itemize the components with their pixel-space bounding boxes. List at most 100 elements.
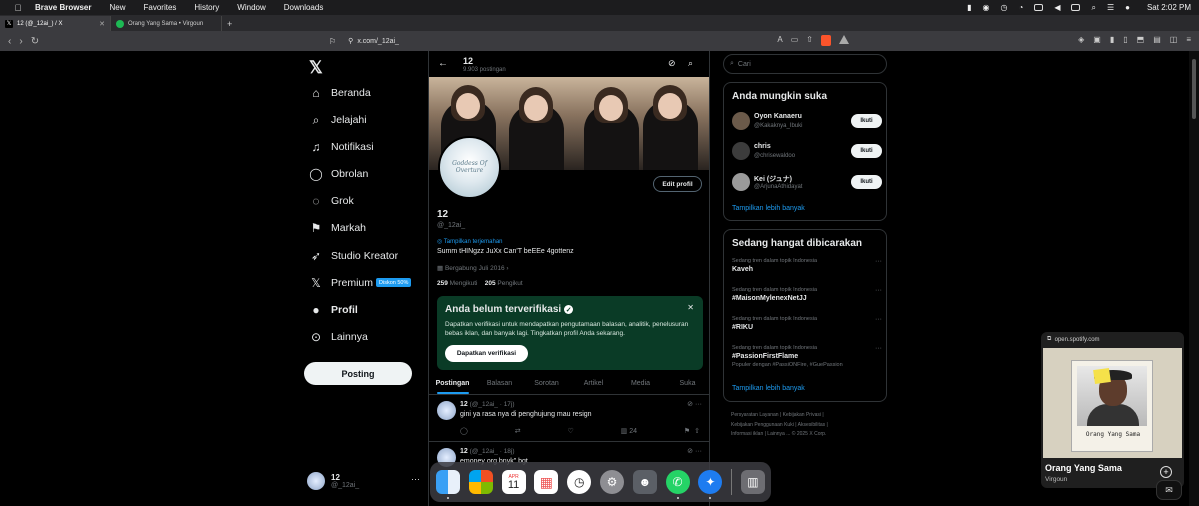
more-dots-icon[interactable]: ··· — [875, 316, 882, 323]
avatar[interactable] — [437, 401, 456, 420]
nav-explore[interactable]: ⌕ Jelajahi — [309, 110, 367, 130]
extension-icon[interactable]: ⬒ — [1137, 35, 1145, 44]
whatsapp-icon[interactable]: ✆ — [665, 470, 690, 499]
avatar[interactable] — [732, 173, 750, 191]
scrollbar-thumb[interactable] — [1192, 59, 1196, 119]
more-dots-icon[interactable]: ··· — [875, 287, 882, 294]
close-icon[interactable]: ✕ — [687, 303, 694, 312]
messages-drawer-icon[interactable]: ✉ — [1156, 480, 1182, 500]
following-link[interactable]: 259 Mengikuti — [437, 280, 478, 287]
followers-link[interactable]: 205 Pengikut — [485, 280, 523, 287]
apple-menu-icon[interactable]:  — [13, 3, 23, 13]
nav-messages[interactable]: ◯ Obrolan — [309, 164, 368, 184]
more-dots-icon[interactable]: ··· — [411, 474, 420, 484]
tab-media[interactable]: Media — [617, 373, 664, 394]
share-icon[interactable]: ⇧ — [694, 428, 700, 435]
wallet-icon[interactable]: ▤ — [1153, 35, 1161, 44]
bookmark-icon[interactable]: ⚑ — [684, 428, 690, 435]
tweet-menu[interactable]: ⊘ ··· — [687, 447, 702, 455]
translate-icon[interactable]: A — [777, 35, 782, 46]
system-settings-icon[interactable]: ⚙ — [599, 470, 624, 494]
footer-line[interactable]: Kebijakan Penggunaan Kuki | Aksesibilita… — [731, 421, 881, 431]
menu-favorites[interactable]: Favorites — [144, 3, 177, 12]
menu-window[interactable]: Window — [237, 3, 265, 12]
extension-icon[interactable]: ▣ — [1093, 35, 1101, 44]
show-translation-link[interactable]: ◎ Tampilkan terjemahan — [437, 238, 503, 245]
tab-articles[interactable]: Artikel — [570, 373, 617, 394]
windows-app-icon[interactable] — [468, 470, 493, 494]
tweet-menu[interactable]: ⊘ ··· — [687, 400, 702, 408]
account-switcher[interactable]: 12 @_12ai_ ··· — [307, 472, 420, 490]
nav-grok[interactable]: ◌ Grok — [309, 191, 353, 211]
footer-line[interactable]: Persyaratan Layanan | Kebijakan Privasi … — [731, 411, 881, 421]
sidebar-icon[interactable]: ◫ — [1170, 35, 1178, 44]
bookmark-icon[interactable]: ⚐ — [329, 37, 336, 46]
tab-replies[interactable]: Balasan — [476, 373, 523, 394]
menu-history[interactable]: History — [194, 3, 219, 12]
address-bar[interactable]: ⚐ ⚲ x.com/_12ai_ A ▭ ⇧ — [329, 33, 849, 49]
cast-icon[interactable]: ▭ — [791, 35, 799, 46]
menubar-clock[interactable]: Sat 2:02 PM — [1147, 3, 1191, 12]
edit-profile-button[interactable]: Edit profil — [653, 176, 702, 192]
get-verified-button[interactable]: Dapatkan verifikasi — [445, 345, 528, 362]
trend-item[interactable]: Sedang tren dalam topik Indonesia Kaveh … — [732, 258, 882, 273]
share-icon[interactable]: ⇧ — [806, 35, 813, 46]
grok-icon[interactable]: ⊘ — [668, 58, 676, 69]
profile-avatar[interactable]: Goddess Of Overture — [438, 136, 501, 199]
tweet[interactable]: 12 (@_12ai_ · 17j) gini ya rasa nya di p… — [429, 396, 709, 442]
grok-icon[interactable]: ⊘ — [687, 448, 693, 455]
extension-icon[interactable]: ◈ — [1078, 35, 1084, 44]
control-center-icon[interactable]: ☰ — [1107, 3, 1114, 12]
nav-notifications[interactable]: ♫ Notifikasi — [309, 137, 374, 157]
clock-icon[interactable]: ◷ — [567, 470, 592, 494]
grok-icon[interactable]: ⊘ — [687, 401, 693, 408]
safari-icon[interactable]: ✦ — [698, 470, 723, 499]
url-text[interactable]: x.com/_12ai_ — [357, 38, 399, 45]
follow-button[interactable]: Ikuti — [851, 144, 882, 158]
siri-icon[interactable]: ● — [1125, 3, 1130, 12]
discord-icon[interactable]: ☻ — [632, 470, 657, 494]
trend-item[interactable]: Sedang tren dalam topik Indonesia #Maiso… — [732, 287, 882, 302]
retweet-icon[interactable]: ⇄ — [515, 427, 521, 435]
site-info-icon[interactable]: ⚲ — [348, 37, 353, 45]
nav-creator-studio[interactable]: ➶ Studio Kreator — [309, 246, 398, 266]
suggestion-item[interactable]: Kei (ジュナ) @ArjunaAthidayat Ikuti — [732, 173, 882, 193]
search-icon[interactable]: ⌕ — [1091, 3, 1095, 13]
brave-rewards-icon[interactable] — [839, 35, 849, 44]
wifi-icon[interactable]: ◔ — [1018, 3, 1023, 12]
back-icon[interactable]: ‹ — [8, 36, 11, 47]
time-machine-icon[interactable]: ◷ — [1000, 3, 1007, 12]
launchpad-icon[interactable]: ▦ — [534, 470, 559, 494]
volume-icon[interactable]: ◀ — [1054, 3, 1060, 12]
tab-highlights[interactable]: Sorotan — [523, 373, 570, 394]
trash-icon[interactable]: ▥ — [740, 470, 765, 494]
new-tab-button[interactable]: + — [222, 16, 246, 31]
nav-bookmarks[interactable]: ⚑ Markah — [309, 218, 366, 238]
page-scrollbar[interactable] — [1189, 51, 1199, 506]
show-more-link[interactable]: Tampilkan lebih banyak — [732, 385, 805, 392]
menu-app[interactable]: Brave Browser — [35, 3, 91, 12]
finder-icon[interactable] — [436, 470, 460, 499]
nav-home[interactable]: ⌂ Beranda — [309, 83, 370, 103]
footer-line[interactable]: Informasi iklan | Lainnya ... © 2025 X C… — [731, 430, 881, 440]
views-stat[interactable]: ▥ 24 — [621, 427, 637, 435]
reload-icon[interactable]: ↻ — [31, 36, 39, 47]
avatar[interactable] — [732, 112, 750, 130]
tab-x-profile[interactable]: 𝕏 12 (@_12ai_) / X ✕ — [0, 16, 111, 31]
menu-icon[interactable]: ≡ — [1186, 35, 1191, 44]
battery-icon[interactable]: ▮ — [967, 3, 971, 12]
avatar[interactable] — [732, 142, 750, 160]
close-tab-icon[interactable]: ✕ — [99, 20, 105, 28]
forward-icon[interactable]: › — [19, 36, 22, 47]
extension-icon[interactable]: ▯ — [1123, 35, 1127, 44]
add-to-library-icon[interactable]: + — [1160, 466, 1172, 478]
x-logo-icon[interactable]: 𝕏 — [309, 58, 323, 78]
search-icon[interactable]: ⌕ — [688, 58, 693, 69]
menu-new[interactable]: New — [109, 3, 125, 12]
menu-downloads[interactable]: Downloads — [284, 3, 324, 12]
reply-icon[interactable]: ◯ — [460, 427, 468, 435]
nav-profile[interactable]: ● Profil — [309, 300, 357, 320]
like-icon[interactable]: ♡ — [568, 427, 574, 435]
nav-premium[interactable]: 𝕏 Premium — [309, 273, 373, 293]
suggestion-item[interactable]: chris @chrisewaldoo Ikuti — [732, 142, 882, 162]
